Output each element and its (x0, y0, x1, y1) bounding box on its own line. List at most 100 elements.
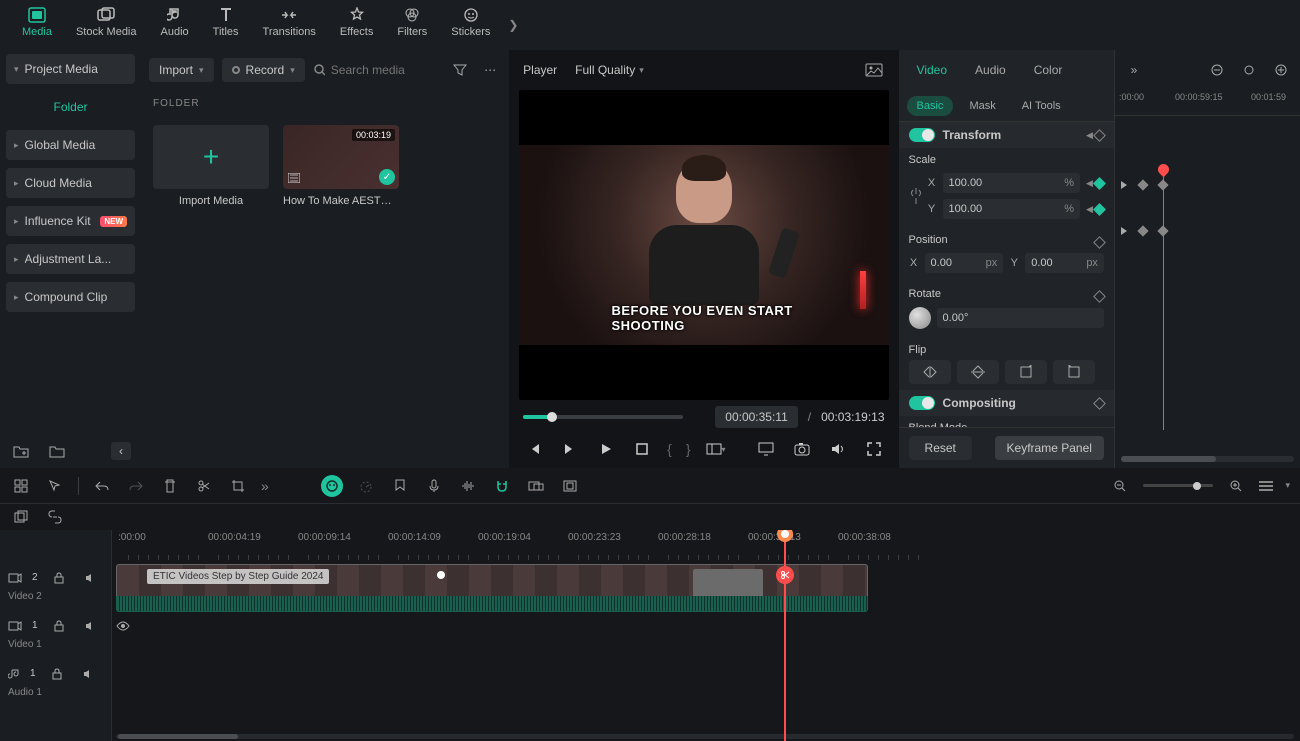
nav-tab-filters[interactable]: Filters (385, 0, 439, 44)
collapse-kf-icon[interactable]: » (1123, 59, 1145, 81)
slider-thumb[interactable] (1193, 482, 1201, 490)
inspector-subtab-ai[interactable]: AI Tools (1012, 96, 1071, 116)
timeline-tracks[interactable]: :00:0000:00:04:1900:00:09:1400:00:14:090… (112, 530, 1300, 741)
folder-icon[interactable] (46, 440, 68, 462)
nav-tab-effects[interactable]: Effects (328, 0, 385, 44)
zoom-in-button[interactable] (1225, 475, 1247, 497)
smart-cut-button[interactable] (321, 475, 343, 497)
nav-more-chevron[interactable]: ❯ (502, 18, 524, 32)
reset-button[interactable]: Reset (909, 436, 972, 460)
nav-tab-media[interactable]: Media (10, 0, 64, 44)
scale-x-input[interactable]: 100.00% (943, 173, 1080, 193)
audio-waveform[interactable] (116, 596, 868, 612)
cut-marker-icon[interactable] (776, 566, 794, 584)
inspector-subtab-basic[interactable]: Basic (907, 96, 954, 116)
keyframe-diamond-icon[interactable] (1093, 397, 1106, 410)
rotate-input[interactable]: 0.00° (937, 308, 1104, 328)
compositing-section-header[interactable]: Compositing (899, 390, 1114, 416)
scrollbar-thumb[interactable] (118, 734, 238, 739)
link-xy-icon[interactable] (909, 184, 923, 208)
track-lane-video1[interactable] (112, 612, 1300, 664)
preview-canvas[interactable]: BEFORE YOU EVEN START SHOOTING (519, 90, 888, 400)
keyframe-diamond-icon[interactable] (1093, 236, 1106, 249)
scrubber-thumb[interactable] (547, 412, 557, 422)
keyframe-diamond-icon[interactable] (1093, 129, 1106, 142)
kf-zoom-fit-icon[interactable] (1238, 59, 1260, 81)
clip-keyframe-icon[interactable] (437, 571, 445, 579)
lock-icon[interactable] (48, 567, 70, 589)
timeline-options-icon[interactable] (1259, 481, 1273, 491)
nav-tab-titles[interactable]: Titles (201, 0, 251, 44)
search-input[interactable] (331, 63, 441, 77)
magnet-button[interactable] (491, 475, 513, 497)
more-tools-icon[interactable]: » (261, 478, 269, 494)
keyframe-ruler[interactable]: :00:00 00:00:59:15 00:01:59 (1115, 90, 1300, 116)
scrollbar-thumb[interactable] (1121, 456, 1216, 462)
redo-button[interactable] (125, 475, 147, 497)
media-clip-card[interactable]: 00:03:19 ✓ How To Make AESTHE... (283, 125, 399, 207)
compositing-toggle[interactable] (909, 396, 935, 410)
keyframe-scrollbar[interactable] (1121, 456, 1294, 462)
link-selection-icon[interactable] (44, 506, 66, 528)
voiceover-button[interactable] (423, 475, 445, 497)
import-dropdown[interactable]: Import ▾ (149, 58, 214, 82)
marker-button[interactable] (389, 475, 411, 497)
track-header-audio1[interactable]: 1 Audio 1 (0, 656, 111, 704)
kf-play-icon[interactable] (1121, 227, 1127, 235)
more-icon[interactable]: ⋯ (479, 59, 501, 81)
mute-icon[interactable] (80, 615, 102, 637)
timeline-ruler[interactable]: :00:0000:00:04:1900:00:09:1400:00:14:090… (112, 530, 1300, 560)
delete-button[interactable] (159, 475, 181, 497)
preview-scrubber[interactable] (523, 415, 683, 419)
audio-track-button[interactable] (457, 475, 479, 497)
transform-section-header[interactable]: Transform ◀ (899, 122, 1114, 148)
keyframe-marker[interactable] (1157, 225, 1168, 236)
keyframe-track[interactable] (1115, 170, 1300, 200)
grid-layout-icon[interactable] (10, 475, 32, 497)
track-lane-audio1[interactable] (112, 664, 1300, 696)
fullscreen-button[interactable] (863, 438, 885, 460)
duplicate-track-icon[interactable] (10, 506, 32, 528)
clip-region[interactable] (693, 569, 763, 599)
nav-tab-transitions[interactable]: Transitions (251, 0, 328, 44)
sidebar-adjustment-layer[interactable]: ▸ Adjustment La... (6, 244, 135, 274)
record-dropdown[interactable]: Record ▾ (222, 58, 305, 82)
sidebar-global-media[interactable]: ▸ Global Media (6, 130, 135, 160)
inspector-tab-color[interactable]: Color (1024, 57, 1073, 83)
auto-reframe-button[interactable] (559, 475, 581, 497)
mark-out-icon[interactable]: } (686, 441, 691, 457)
link-button[interactable] (525, 475, 547, 497)
collapse-sidebar-button[interactable]: ‹ (111, 442, 131, 460)
flip-vertical-button[interactable] (957, 360, 999, 384)
chevron-down-icon[interactable]: ▾ (1285, 480, 1290, 491)
cursor-icon[interactable] (44, 475, 66, 497)
nav-tab-stickers[interactable]: Stickers (439, 0, 502, 44)
keyframe-diamond-icon[interactable] (1093, 203, 1106, 216)
position-x-input[interactable]: 0.00px (925, 253, 1004, 273)
track-lane-video2[interactable]: ETIC Videos Step by Step Guide 2024 (112, 560, 1300, 612)
lock-icon[interactable] (48, 615, 70, 637)
inspector-subtab-mask[interactable]: Mask (959, 96, 1005, 116)
new-folder-icon[interactable] (10, 440, 32, 462)
crop-button[interactable] (227, 475, 249, 497)
flip-horizontal-button[interactable] (909, 360, 951, 384)
rotate-cw-button[interactable] (1005, 360, 1047, 384)
zoom-out-button[interactable] (1109, 475, 1131, 497)
transform-toggle[interactable] (909, 128, 935, 142)
import-media-card[interactable]: + Import Media (153, 125, 269, 207)
position-y-input[interactable]: 0.00px (1025, 253, 1104, 273)
mute-icon[interactable] (78, 663, 100, 685)
mark-in-icon[interactable]: { (667, 441, 672, 457)
sidebar-cloud-media[interactable]: ▸ Cloud Media (6, 168, 135, 198)
sidebar-project-media[interactable]: ▾ Project Media (6, 54, 135, 84)
keyframe-marker[interactable] (1137, 179, 1148, 190)
rotate-ccw-button[interactable] (1053, 360, 1095, 384)
sidebar-influence-kit[interactable]: ▸ Influence Kit NEW (6, 206, 135, 236)
keyframe-diamond-icon[interactable] (1093, 177, 1106, 190)
rotate-knob[interactable] (909, 307, 931, 329)
mute-icon[interactable] (80, 567, 102, 589)
lock-icon[interactable] (46, 663, 68, 685)
keyframe-panel-button[interactable]: Keyframe Panel (995, 436, 1104, 460)
keyframe-playhead[interactable] (1163, 170, 1164, 430)
timeline-playhead[interactable] (784, 530, 786, 741)
